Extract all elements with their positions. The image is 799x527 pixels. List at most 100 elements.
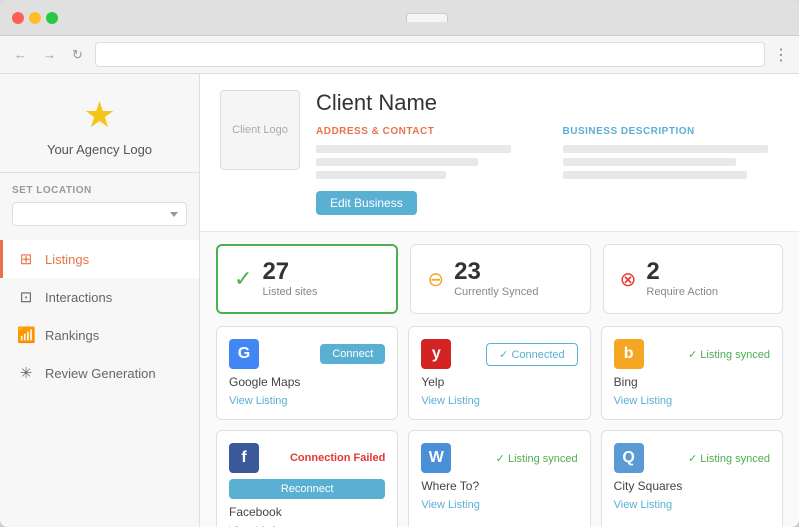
browser-menu-button[interactable]: ⋮	[773, 45, 789, 65]
google-maps-name: Google Maps	[229, 375, 385, 389]
star-icon: ★	[83, 94, 115, 136]
edit-business-button[interactable]: Edit Business	[316, 191, 417, 215]
tab-bar	[66, 13, 787, 22]
bing-logo: b	[614, 339, 644, 369]
bing-status: ✓ Listing synced	[688, 348, 770, 361]
sidebar-item-listings[interactable]: ⊞ Listings	[0, 240, 199, 278]
synced-icon: ⊖	[427, 267, 444, 292]
citysquares-name: City Squares	[614, 479, 770, 493]
yelp-name: Yelp	[421, 375, 577, 389]
service-google-maps-top: G Connect	[229, 339, 385, 369]
service-bing: b ✓ Listing synced Bing View Listing	[601, 326, 783, 420]
browser-window: ← → ↻ ⋮ ★ Your Agency Logo SET LOCATION …	[0, 0, 799, 527]
action-number: 2	[646, 260, 718, 284]
listings-icon: ⊞	[17, 250, 35, 268]
service-facebook: f Connection Failed Reconnect Facebook V…	[216, 430, 398, 527]
action-label: Require Action	[646, 286, 718, 298]
citysquares-view-listing[interactable]: View Listing	[614, 499, 770, 511]
refresh-button[interactable]: ↻	[68, 45, 87, 65]
google-maps-logo: G	[229, 339, 259, 369]
address-section: ADDRESS & CONTACT Edit Business	[316, 126, 533, 215]
minimize-button[interactable]	[29, 12, 41, 24]
service-yelp: y ✓ Connected Yelp View Listing	[408, 326, 590, 420]
set-location-label: SET LOCATION	[12, 185, 187, 196]
wheretofind-status: ✓ Listing synced	[496, 452, 578, 465]
facebook-reconnect-button[interactable]: Reconnect	[229, 479, 385, 499]
business-section: BUSINESS DESCRIPTION	[563, 126, 780, 215]
business-line-1	[563, 145, 769, 153]
stat-synced: ⊖ 23 Currently Synced	[410, 244, 590, 314]
listed-label: Listed sites	[262, 286, 317, 298]
citysquares-status: ✓ Listing synced	[688, 452, 770, 465]
address-lines	[316, 145, 533, 179]
bing-view-listing[interactable]: View Listing	[614, 395, 770, 407]
forward-button[interactable]: →	[39, 45, 60, 64]
service-wheretofind: W ✓ Listing synced Where To? View Listin…	[408, 430, 590, 527]
facebook-logo: f	[229, 443, 259, 473]
service-citysquares-top: Q ✓ Listing synced	[614, 443, 770, 473]
sidebar-item-rankings[interactable]: 📶 Rankings	[0, 316, 199, 354]
wheretofind-name: Where To?	[421, 479, 577, 493]
rankings-icon: 📶	[17, 326, 35, 344]
back-button[interactable]: ←	[10, 45, 31, 64]
wheretofind-view-listing[interactable]: View Listing	[421, 499, 577, 511]
listings-label: Listings	[45, 252, 89, 267]
synced-label: Currently Synced	[454, 286, 538, 298]
review-icon: ✳	[17, 364, 35, 382]
client-info: Client Name ADDRESS & CONTACT Edit Busin…	[316, 90, 779, 215]
address-line-3	[316, 171, 446, 179]
browser-titlebar	[0, 0, 799, 36]
service-wheretofind-top: W ✓ Listing synced	[421, 443, 577, 473]
sidebar-item-interactions[interactable]: ⊡ Interactions	[0, 278, 199, 316]
address-bar[interactable]	[95, 42, 765, 67]
close-button[interactable]	[12, 12, 24, 24]
traffic-lights	[12, 12, 58, 24]
business-section-label: BUSINESS DESCRIPTION	[563, 126, 780, 137]
address-section-label: ADDRESS & CONTACT	[316, 126, 533, 137]
nav-menu: ⊞ Listings ⊡ Interactions 📶 Rankings ✳ R…	[0, 240, 199, 392]
location-select[interactable]	[12, 202, 187, 226]
yelp-logo: y	[421, 339, 451, 369]
listed-number: 27	[262, 260, 317, 284]
listed-info: 27 Listed sites	[262, 260, 317, 298]
set-location-section: SET LOCATION	[0, 173, 199, 232]
action-icon: ⊗	[620, 267, 637, 292]
sidebar: ★ Your Agency Logo SET LOCATION ⊞ Listin…	[0, 74, 200, 527]
yelp-view-listing[interactable]: View Listing	[421, 395, 577, 407]
client-meta: ADDRESS & CONTACT Edit Business BUSINESS…	[316, 126, 779, 215]
stats-row: ✓ 27 Listed sites ⊖ 23 Currently Synced …	[200, 232, 799, 326]
google-maps-connect-button[interactable]: Connect	[320, 344, 385, 364]
synced-info: 23 Currently Synced	[454, 260, 538, 298]
action-info: 2 Require Action	[646, 260, 718, 298]
maximize-button[interactable]	[46, 12, 58, 24]
stat-action: ⊗ 2 Require Action	[603, 244, 783, 314]
main-content: Client Logo Client Name ADDRESS & CONTAC…	[200, 74, 799, 527]
facebook-name: Facebook	[229, 505, 385, 519]
client-name: Client Name	[316, 90, 779, 116]
review-generation-label: Review Generation	[45, 366, 156, 381]
client-header: Client Logo Client Name ADDRESS & CONTAC…	[200, 74, 799, 232]
interactions-label: Interactions	[45, 290, 112, 305]
business-lines	[563, 145, 780, 179]
sidebar-item-review-generation[interactable]: ✳ Review Generation	[0, 354, 199, 392]
service-facebook-top: f Connection Failed	[229, 443, 385, 473]
address-line-1	[316, 145, 511, 153]
app-container: ★ Your Agency Logo SET LOCATION ⊞ Listin…	[0, 74, 799, 527]
client-logo: Client Logo	[220, 90, 300, 170]
service-google-maps: G Connect Google Maps View Listing	[216, 326, 398, 420]
facebook-status: Connection Failed	[290, 452, 385, 464]
browser-tab[interactable]	[406, 13, 448, 22]
address-line-2	[316, 158, 478, 166]
agency-logo-section: ★ Your Agency Logo	[0, 74, 199, 173]
service-bing-top: b ✓ Listing synced	[614, 339, 770, 369]
yelp-connected-button[interactable]: ✓ Connected	[486, 343, 577, 366]
synced-number: 23	[454, 260, 538, 284]
listed-icon: ✓	[234, 266, 252, 292]
google-maps-view-listing[interactable]: View Listing	[229, 395, 385, 407]
service-citysquares: Q ✓ Listing synced City Squares View Lis…	[601, 430, 783, 527]
browser-toolbar: ← → ↻ ⋮	[0, 36, 799, 74]
stat-listed: ✓ 27 Listed sites	[216, 244, 398, 314]
services-grid: G Connect Google Maps View Listing y ✓ C…	[200, 326, 799, 527]
wheretofind-logo: W	[421, 443, 451, 473]
bing-name: Bing	[614, 375, 770, 389]
